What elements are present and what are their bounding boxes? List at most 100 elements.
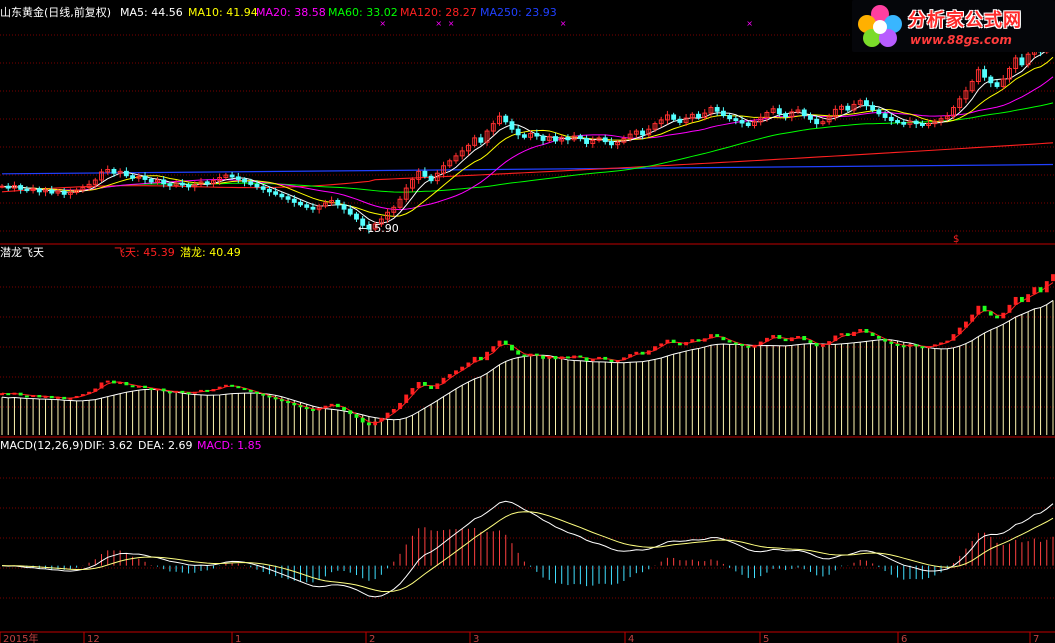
feitian-candle (93, 388, 98, 392)
feitian-candle (298, 405, 303, 408)
candle (24, 188, 30, 192)
candle (248, 181, 254, 185)
feitian-candle (852, 331, 856, 336)
price-panel: ××××××××××$ (0, 19, 1055, 245)
flower-logo-icon (858, 5, 902, 47)
logo-url: www.88gs.com (910, 33, 1012, 47)
candle (304, 204, 310, 208)
signal-mark: $ (953, 234, 959, 245)
feitian-candle (0, 393, 4, 396)
feitian-candle (995, 315, 999, 319)
feitian-candle (410, 388, 415, 395)
feitian-candle (870, 332, 875, 336)
candle (242, 178, 247, 183)
feitian-candle (547, 355, 552, 359)
macd-panel (1, 500, 1054, 598)
candle (0, 185, 5, 188)
feitian-candle (895, 343, 900, 346)
feitian-line (1, 282, 1054, 424)
feitian-candle (180, 390, 185, 393)
candle (235, 176, 241, 180)
feitian-candle (1051, 274, 1055, 282)
feitian-candle (559, 356, 564, 360)
candle (260, 186, 266, 190)
candle (36, 188, 42, 193)
feitian-candle (497, 340, 502, 347)
candle (354, 213, 359, 220)
feitian-candle (441, 377, 446, 384)
candle (577, 135, 583, 140)
candle (515, 128, 521, 136)
feitian-candle (615, 360, 620, 363)
ma10-line (1, 56, 1054, 217)
feitian-candle (839, 333, 844, 336)
feitian-candle (161, 388, 166, 392)
candle (5, 185, 11, 189)
feitian-candle (746, 345, 751, 348)
feitian-candle (385, 412, 390, 418)
candle (671, 114, 677, 120)
feitian-candle (192, 391, 197, 394)
candle (845, 105, 851, 111)
feitian-candle (709, 334, 713, 339)
feitian-candle (124, 382, 129, 386)
feitian-candle (1007, 304, 1012, 313)
feitian-candle (621, 357, 626, 361)
candle (895, 120, 900, 123)
feitian-candle (653, 346, 657, 351)
candle (266, 188, 272, 193)
candle (161, 179, 167, 185)
feitian-candle (174, 390, 179, 393)
feitian-candle (56, 396, 60, 399)
candle (727, 115, 733, 120)
dea-line (1, 511, 1054, 593)
feitian-value: 飞天: 45.39 (114, 246, 175, 259)
feitian-candle (715, 334, 720, 337)
feitian-candle (572, 355, 577, 359)
feitian-candle (845, 333, 850, 336)
feitian-candle (74, 395, 79, 398)
feitian-candle (553, 355, 558, 360)
feitian-candle (18, 392, 23, 396)
x-tick-label: 4 (628, 634, 634, 643)
x-axis: 2015年 12 1 2 3 4 5 6 7 (0, 632, 1039, 643)
feitian-candle (12, 392, 17, 395)
candle (677, 118, 683, 123)
feitian-candle (584, 357, 589, 362)
feitian-candle (273, 397, 278, 400)
feitian-candle (37, 395, 42, 398)
feitian-candle (901, 345, 906, 348)
feitian-candle (534, 353, 539, 356)
feitian-candle (80, 394, 85, 397)
feitian-candle (528, 353, 533, 357)
feitian-candle (920, 346, 925, 349)
feitian-candle (541, 355, 545, 359)
feitian-candle (435, 383, 440, 389)
candle (111, 168, 117, 174)
feitian-candle (932, 344, 937, 347)
feitian-candle (733, 342, 738, 345)
feitian-candle (68, 397, 73, 400)
feitian-candle (671, 339, 676, 343)
feitian-candle (49, 395, 54, 399)
feitian-candle (1026, 294, 1031, 303)
feitian-candle (149, 388, 154, 391)
feitian-candle (802, 336, 807, 341)
feitian-candle (597, 356, 601, 359)
site-logo[interactable]: 分析家公式网 www.88gs.com (852, 0, 1055, 52)
feitian-candle (578, 355, 583, 358)
candle (254, 183, 260, 188)
feitian-candle (136, 385, 141, 388)
qianlong-feitian-panel (0, 274, 1055, 435)
feitian-candle (416, 382, 421, 389)
candle (142, 175, 148, 180)
candle (602, 137, 608, 143)
feitian-candle (727, 340, 732, 343)
feitian-candle (342, 407, 346, 411)
candle (739, 120, 745, 124)
feitian-candle (155, 388, 160, 391)
feitian-candle (957, 327, 962, 335)
candle (279, 193, 285, 198)
candle (584, 138, 590, 144)
stock-chart: ××××××××××$ 2015年121234567 山东黄金(日线,前复权) … (0, 5, 1055, 643)
